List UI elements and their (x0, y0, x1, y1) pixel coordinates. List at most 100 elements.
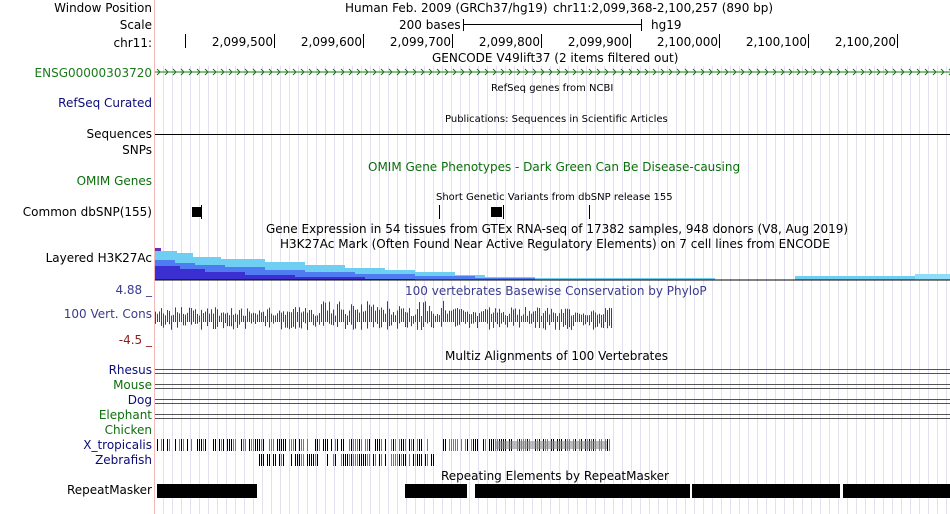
alignment-block (493, 439, 494, 451)
cons-bar (405, 312, 406, 322)
snp-variant[interactable] (192, 207, 201, 217)
cons-bar (549, 314, 550, 322)
alignment-block (385, 454, 386, 466)
alignment-block (161, 439, 162, 451)
cons-bar (265, 322, 266, 327)
alignment-block (449, 439, 450, 451)
alignment-block (227, 439, 228, 451)
cons-bar (211, 309, 212, 322)
alignment-line-dog (155, 399, 950, 400)
track-area[interactable]: Human Feb. 2009 (GRCh37/hg19) chr11:2,09… (155, 0, 950, 514)
cons-bar (291, 322, 292, 328)
alignment-block (259, 454, 260, 466)
repeatmasker-track-label[interactable]: RepeatMasker (67, 483, 152, 497)
cons-bar (273, 322, 274, 324)
snp-variant[interactable] (201, 205, 202, 219)
alignment-block (411, 439, 412, 451)
alignment-block (257, 439, 258, 451)
cons-bar (391, 314, 392, 322)
cons-bar (231, 308, 232, 322)
gencode-track-label[interactable]: ENSG00000303720 (35, 66, 152, 80)
alignment-block (397, 454, 398, 466)
cons-bar (451, 310, 452, 322)
cons-bar (289, 311, 290, 322)
cons-bar (387, 322, 388, 330)
snp-variant[interactable] (503, 205, 504, 219)
cons-bar (457, 322, 458, 326)
cons-bar (351, 304, 352, 322)
repeat-element[interactable] (405, 484, 467, 498)
phylop-conservation-plot[interactable] (155, 290, 950, 350)
cons-bar (457, 307, 458, 322)
repeat-element[interactable] (843, 484, 950, 498)
cons-bar (209, 313, 210, 322)
cons-bar (297, 312, 298, 322)
cons-bar (355, 322, 356, 329)
alignment-block (451, 439, 452, 451)
scale-bar (463, 24, 641, 25)
alignment-block (445, 439, 446, 451)
conservation-track-label[interactable]: 100 Vert. Cons (64, 307, 152, 321)
alignment-block (417, 454, 418, 466)
snp-variant[interactable] (589, 205, 590, 219)
snps-track-label[interactable]: SNPs (122, 143, 152, 157)
cons-bar (515, 308, 516, 322)
cons-bar (469, 313, 470, 322)
multiz-alignment-blocks[interactable] (155, 437, 950, 469)
cons-bar (337, 322, 338, 327)
alignment-line-dog-2 (155, 403, 950, 404)
refseq-track-label[interactable]: RefSeq Curated (58, 96, 152, 110)
h3k27ac-signal-plot[interactable] (155, 248, 950, 282)
cons-bar (403, 308, 404, 322)
scale-label: Scale (119, 18, 152, 32)
genome-browser-image[interactable]: Window Position Scale chr11: ENSG0000030… (0, 0, 950, 514)
snp-variant[interactable] (439, 205, 440, 219)
alignment-block (413, 454, 414, 466)
alignment-block (279, 454, 280, 466)
cons-bar (219, 315, 220, 322)
alignment-block (303, 454, 304, 466)
cons-bar (599, 313, 600, 322)
repeat-element[interactable] (157, 484, 257, 498)
species-label-zebrafish[interactable]: Zebrafish (95, 453, 152, 467)
alignment-block (167, 439, 168, 451)
gencode-gene-feature[interactable] (155, 66, 950, 78)
cons-bar (421, 315, 422, 322)
cons-bar (273, 315, 274, 322)
cons-bar (171, 322, 172, 330)
cons-bar (229, 322, 230, 327)
repeat-element[interactable] (475, 484, 690, 498)
alignment-block (199, 439, 200, 451)
alignment-block (313, 454, 314, 466)
species-label-rhesus[interactable]: Rhesus (109, 363, 152, 377)
cons-bar (527, 315, 528, 322)
species-label-chicken[interactable]: Chicken (105, 423, 152, 437)
alignment-block (183, 439, 184, 451)
h3k27ac-track-label[interactable]: Layered H3K27Ac (46, 251, 152, 265)
cons-bar (367, 301, 368, 322)
cons-bar (359, 312, 360, 322)
cons-bar (195, 309, 196, 322)
chromosome-label: chr11: (113, 36, 152, 50)
cons-bar (313, 322, 314, 326)
cons-bar (167, 309, 168, 322)
alignment-block (409, 439, 410, 451)
alignment-block (307, 439, 308, 451)
dbsnp-track-label[interactable]: Common dbSNP(155) (23, 205, 152, 219)
omim-track-label[interactable]: OMIM Genes (77, 174, 152, 188)
cons-bar (545, 310, 546, 322)
cons-bar (565, 308, 566, 322)
snp-variant[interactable] (491, 207, 502, 217)
alignment-block (197, 439, 198, 451)
cons-bar (183, 313, 184, 322)
species-label-mouse[interactable]: Mouse (113, 378, 152, 392)
cons-bar (367, 322, 368, 329)
species-label-elephant[interactable]: Elephant (99, 408, 152, 422)
species-label-dog[interactable]: Dog (128, 393, 152, 407)
cons-bar (595, 322, 596, 328)
cons-bar (563, 322, 564, 327)
repeat-element[interactable] (692, 484, 840, 498)
species-label-x-tropicalis[interactable]: X_tropicalis (83, 438, 152, 452)
sequences-track-label[interactable]: Sequences (87, 127, 152, 141)
dbsnp-track-title: Short Genetic Variants from dbSNP releas… (436, 192, 673, 203)
